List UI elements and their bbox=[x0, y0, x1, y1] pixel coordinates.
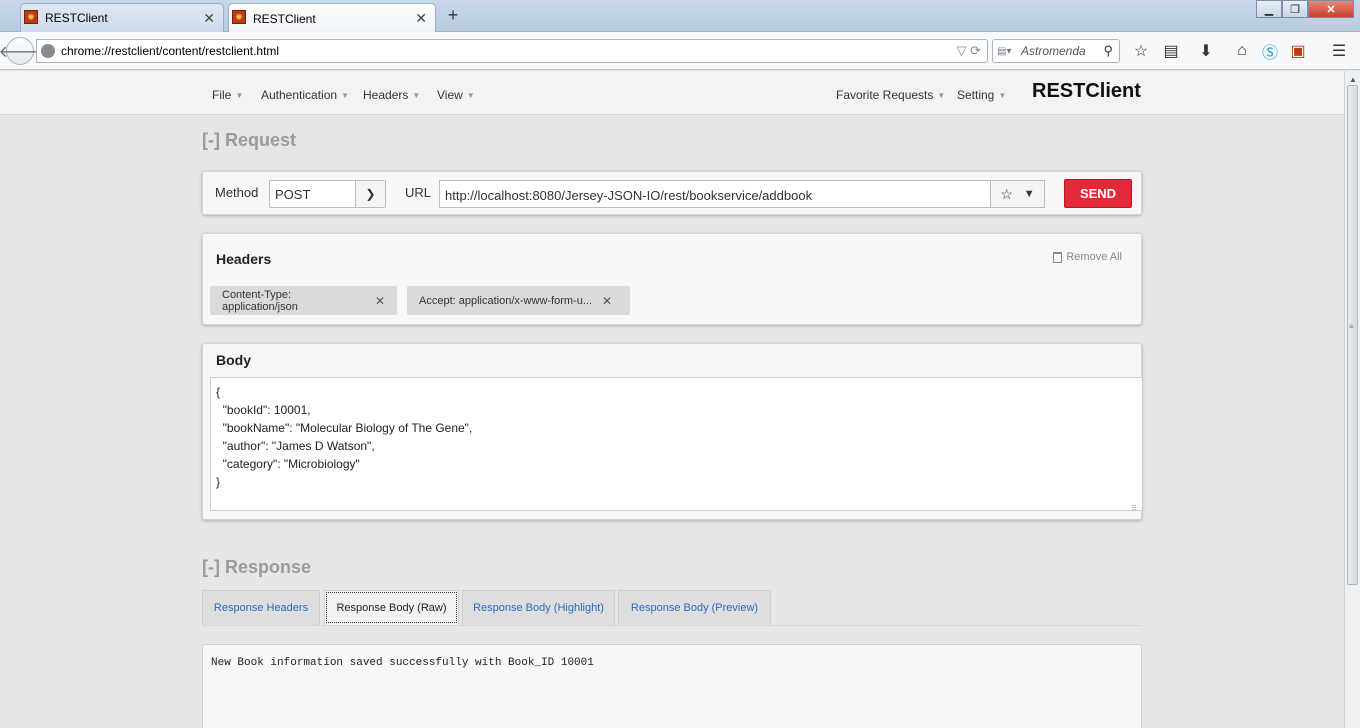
menu-setting-label: Setting bbox=[957, 88, 995, 102]
caret-down-icon: ▼ bbox=[998, 91, 1007, 100]
response-body-panel: New Book information saved successfully … bbox=[202, 644, 1142, 728]
app-menu-bar: File ▼ Authentication ▼ Headers ▼ View ▼ Fav… bbox=[0, 71, 1344, 115]
browser-tab-2[interactable]: ✺ RESTClient ✕ bbox=[228, 3, 436, 33]
headers-title: Headers bbox=[216, 251, 272, 267]
maximize-button[interactable]: ❐ bbox=[1282, 0, 1308, 18]
url-actions: ☆ ▼ bbox=[991, 180, 1045, 208]
tab-response-headers[interactable]: Response Headers bbox=[202, 590, 320, 625]
remove-all-button[interactable]: Remove All bbox=[1053, 251, 1122, 263]
search-engine-icon[interactable]: ▤▾ bbox=[997, 46, 1021, 57]
caret-down-icon: ▼ bbox=[466, 91, 475, 100]
caret-down-icon: ▼ bbox=[341, 91, 349, 100]
browser-tab-bar: ✺ RESTClient ✕ ✺ RESTClient ✕ + ▁ ❐ ✕ bbox=[0, 0, 1360, 33]
request-card: Method POST ❯ URL http://localhost:8080/… bbox=[202, 171, 1142, 215]
close-window-button[interactable]: ✕ bbox=[1308, 0, 1354, 18]
method-value: POST bbox=[275, 187, 311, 202]
search-icon[interactable]: ⚲ bbox=[1103, 43, 1113, 59]
globe-icon bbox=[41, 44, 55, 58]
menu-view[interactable]: View ▼ bbox=[437, 88, 475, 102]
send-button[interactable]: SEND bbox=[1064, 179, 1132, 208]
url-label: URL bbox=[405, 185, 432, 200]
browser-tab-title: RESTClient bbox=[45, 11, 108, 25]
menu-headers[interactable]: Headers ▼ bbox=[363, 88, 420, 102]
browser-tab-1[interactable]: ✺ RESTClient ✕ bbox=[20, 3, 224, 32]
caret-down-icon: ▼ bbox=[235, 91, 244, 100]
method-label: Method bbox=[215, 185, 259, 200]
restclient-favicon-icon: ✺ bbox=[24, 10, 38, 24]
chevron-down-icon[interactable]: ▼ bbox=[1024, 188, 1035, 200]
app-brand: RESTClient bbox=[1032, 80, 1141, 102]
trash-icon bbox=[1053, 251, 1063, 263]
chevron-down-icon[interactable]: ❯ bbox=[355, 181, 385, 207]
scrollbar-grip-icon: ≡ bbox=[1349, 322, 1354, 331]
close-tab-icon[interactable]: ✕ bbox=[415, 10, 427, 27]
body-card: Body { "bookId": 10001, "bookName": "Mol… bbox=[202, 343, 1143, 520]
menu-file-label: File bbox=[212, 88, 232, 102]
caret-down-icon: ▼ bbox=[937, 91, 946, 100]
close-tab-icon[interactable]: ✕ bbox=[203, 10, 215, 27]
menu-headers-label: Headers bbox=[363, 88, 409, 102]
remove-header-icon[interactable]: ✕ bbox=[375, 294, 385, 308]
address-text: chrome://restclient/content/restclient.h… bbox=[61, 44, 280, 58]
scrollbar-thumb[interactable] bbox=[1347, 85, 1358, 585]
response-body-text: New Book information saved successfully … bbox=[211, 657, 594, 669]
menu-hamburger-icon[interactable]: ☰ bbox=[1329, 41, 1349, 61]
home-icon[interactable]: ⌂ bbox=[1232, 41, 1252, 61]
bookmarks-list-icon[interactable]: ▤ bbox=[1161, 41, 1181, 61]
search-placeholder: Astromenda bbox=[1021, 44, 1086, 58]
scroll-up-icon[interactable]: ▲ bbox=[1349, 75, 1357, 84]
header-chip[interactable]: Content-Type: application/json ✕ bbox=[210, 286, 397, 315]
address-bar[interactable]: chrome://restclient/content/restclient.h… bbox=[36, 39, 988, 63]
menu-favorite-requests[interactable]: Favorite Requests ▼ bbox=[836, 88, 945, 102]
navigation-toolbar: 🡐 chrome://restclient/content/restclient… bbox=[0, 32, 1360, 70]
tab-response-body-highlight[interactable]: Response Body (Highlight) bbox=[462, 590, 615, 625]
resize-grip-icon[interactable]: ⠿ bbox=[1131, 505, 1137, 513]
tab-response-body-preview[interactable]: Response Body (Preview) bbox=[618, 590, 771, 625]
download-icon[interactable]: ⬇ bbox=[1196, 41, 1216, 61]
response-tabs: Response Headers Response Body (Raw) Res… bbox=[202, 590, 1142, 626]
url-input[interactable]: http://localhost:8080/Jersey-JSON-IO/res… bbox=[439, 180, 991, 208]
header-chip[interactable]: Accept: application/x-www-form-u... ✕ bbox=[407, 286, 630, 315]
page-scrollbar[interactable]: ▲ ≡ bbox=[1344, 71, 1360, 728]
minimize-button[interactable]: ▁ bbox=[1256, 0, 1282, 18]
header-chip-label: Content-Type: application/json bbox=[222, 288, 298, 313]
favorite-star-icon[interactable]: ☆ bbox=[1000, 186, 1013, 203]
bookmark-star-icon[interactable]: ☆ bbox=[1131, 41, 1151, 61]
request-section-toggle[interactable]: [-] Request bbox=[202, 130, 296, 151]
body-textarea[interactable]: { "bookId": 10001, "bookName": "Molecula… bbox=[210, 377, 1143, 511]
reload-icon[interactable]: ▽ ⟳ bbox=[956, 43, 981, 59]
menu-authentication[interactable]: Authentication ▼ bbox=[261, 88, 349, 102]
remove-all-label: Remove All bbox=[1066, 251, 1122, 263]
method-select[interactable]: POST ❯ bbox=[269, 180, 386, 208]
restclient-toolbar-icon[interactable]: ▣ bbox=[1288, 41, 1308, 61]
caret-down-icon: ▼ bbox=[412, 91, 421, 100]
response-section-toggle[interactable]: [-] Response bbox=[202, 557, 311, 578]
back-button[interactable]: 🡐 bbox=[0, 37, 41, 65]
browser-tab-title: RESTClient bbox=[253, 11, 316, 26]
menu-favorite-requests-label: Favorite Requests bbox=[836, 88, 934, 102]
remove-header-icon[interactable]: ✕ bbox=[602, 294, 612, 308]
menu-authentication-label: Authentication bbox=[261, 88, 338, 102]
search-box[interactable]: ▤▾ Astromenda ⚲ bbox=[992, 39, 1120, 63]
skype-icon[interactable]: Ⓢ bbox=[1260, 41, 1280, 62]
menu-file[interactable]: File ▼ bbox=[212, 88, 243, 102]
url-value: http://localhost:8080/Jersey-JSON-IO/res… bbox=[445, 188, 813, 203]
header-chip-label: Accept: application/x-www-form-u... bbox=[419, 294, 592, 307]
headers-card: Headers Remove All Content-Type: applica… bbox=[202, 233, 1142, 325]
restclient-page: File ▼ Authentication ▼ Headers ▼ View ▼ Fav… bbox=[0, 71, 1344, 728]
restclient-favicon-icon: ✺ bbox=[232, 10, 246, 24]
new-tab-button[interactable]: + bbox=[444, 6, 462, 24]
menu-setting[interactable]: Setting ▼ bbox=[957, 88, 1006, 102]
menu-view-label: View bbox=[437, 88, 463, 102]
body-title: Body bbox=[216, 352, 251, 368]
tab-response-body-raw[interactable]: Response Body (Raw) bbox=[324, 590, 459, 625]
